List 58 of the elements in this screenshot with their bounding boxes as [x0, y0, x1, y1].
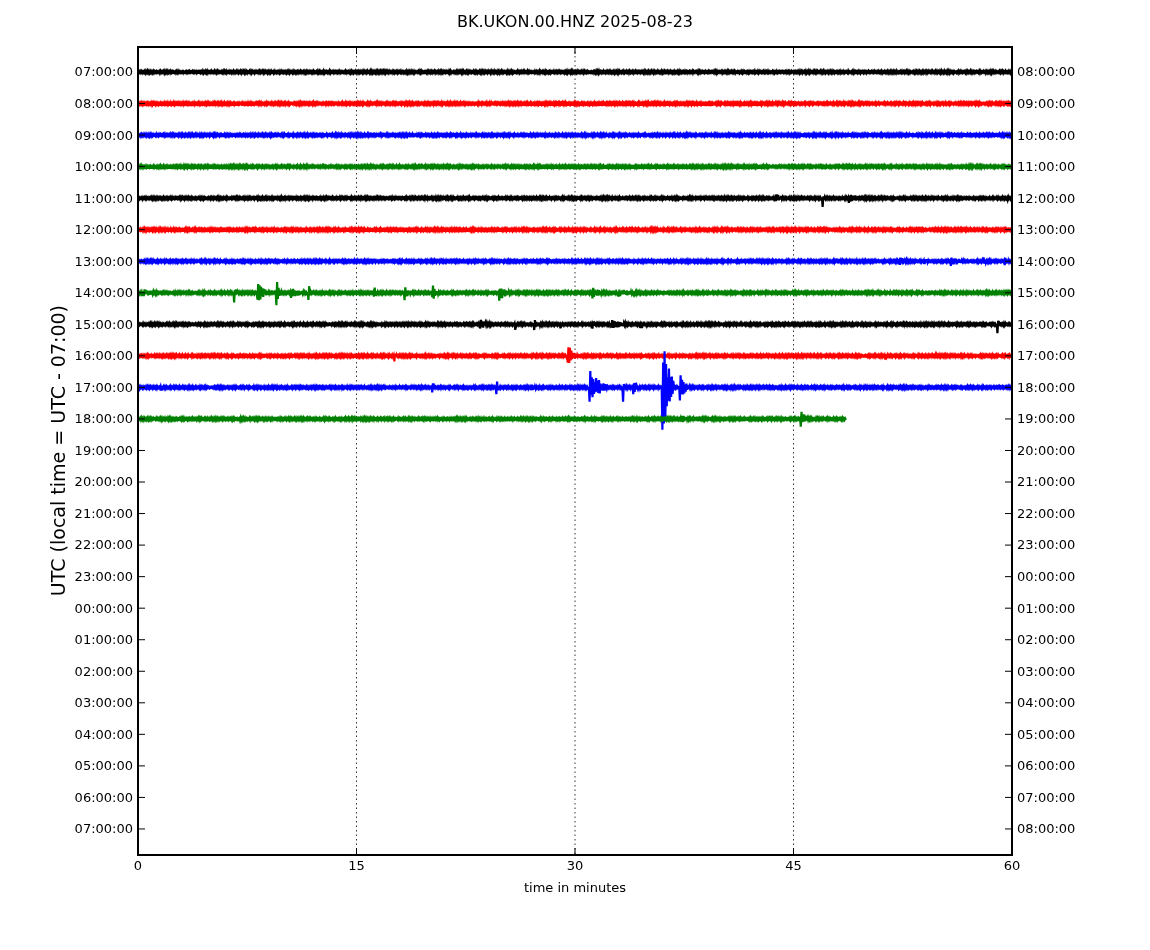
hour-label: 06:00:00: [74, 788, 133, 807]
minute-tick-label: 0: [133, 858, 143, 874]
y-axis-label: UTC (local time = UTC - 07:00): [47, 305, 69, 597]
hour-label: 02:00:00: [1017, 631, 1076, 650]
hour-label: 06:00:00: [1017, 757, 1076, 776]
hour-label: 17:00:00: [1017, 347, 1076, 366]
minute-tick-label: 15: [348, 858, 365, 874]
hour-label: 19:00:00: [74, 441, 133, 460]
hour-label: 12:00:00: [1017, 189, 1076, 208]
hour-label: 10:00:00: [1017, 126, 1076, 145]
minute-tick-label: 60: [1003, 858, 1021, 874]
hour-label: 15:00:00: [1017, 284, 1076, 303]
hour-label: 00:00:00: [1017, 568, 1076, 586]
hour-label: 11:00:00: [1017, 158, 1076, 177]
hour-label: 07:00:00: [1017, 788, 1076, 807]
minute-tick-label: 45: [785, 858, 802, 874]
hour-label: 19:00:00: [1017, 410, 1076, 429]
hour-label: 10:00:00: [74, 158, 133, 177]
hour-label: 13:00:00: [74, 252, 133, 271]
hour-label: 08:00:00: [1017, 63, 1076, 82]
hour-label: 17:00:00: [74, 378, 133, 397]
hour-label: 04:00:00: [1017, 694, 1076, 713]
hour-label: 05:00:00: [74, 757, 133, 776]
hour-label: 08:00:00: [1017, 820, 1076, 839]
hour-label: 18:00:00: [74, 410, 133, 429]
hour-label: 09:00:00: [74, 126, 133, 145]
hour-label: 03:00:00: [74, 694, 133, 713]
hour-label: 14:00:00: [1017, 252, 1076, 271]
hour-label: 04:00:00: [74, 725, 133, 744]
hour-label: 13:00:00: [1017, 221, 1076, 240]
hour-label: 15:00:00: [74, 315, 133, 334]
hour-label: 12:00:00: [74, 221, 133, 240]
hour-label: 16:00:00: [1017, 315, 1076, 334]
hour-label: 14:00:00: [74, 284, 133, 303]
x-axis-label: time in minutes: [523, 880, 627, 895]
hour-label: 22:00:00: [74, 536, 133, 555]
hour-label: 02:00:00: [74, 662, 133, 681]
hour-label: 23:00:00: [74, 568, 133, 586]
hour-label: 20:00:00: [1017, 441, 1076, 460]
hour-label: 11:00:00: [74, 189, 133, 208]
hour-label: 07:00:00: [74, 820, 133, 839]
hour-label: 23:00:00: [1017, 536, 1076, 555]
hour-label: 01:00:00: [1017, 599, 1076, 618]
plot-title: BK.UKON.00.HNZ 2025-08-23: [456, 13, 694, 31]
hour-label: 00:00:00: [74, 599, 133, 618]
hour-label: 21:00:00: [1017, 473, 1076, 492]
hour-label: 03:00:00: [1017, 662, 1076, 681]
hour-label: 08:00:00: [74, 95, 133, 113]
minute-tick-label: 30: [566, 858, 584, 874]
hour-label: 22:00:00: [1017, 504, 1076, 523]
hour-label: 07:00:00: [74, 63, 133, 82]
hour-label: 16:00:00: [74, 347, 133, 366]
hour-label: 09:00:00: [1017, 95, 1076, 113]
hour-label: 21:00:00: [74, 504, 133, 523]
hour-label: 20:00:00: [74, 473, 133, 492]
hour-label: 18:00:00: [1017, 378, 1076, 397]
hour-label: 05:00:00: [1017, 725, 1076, 744]
hour-label: 01:00:00: [74, 631, 133, 650]
